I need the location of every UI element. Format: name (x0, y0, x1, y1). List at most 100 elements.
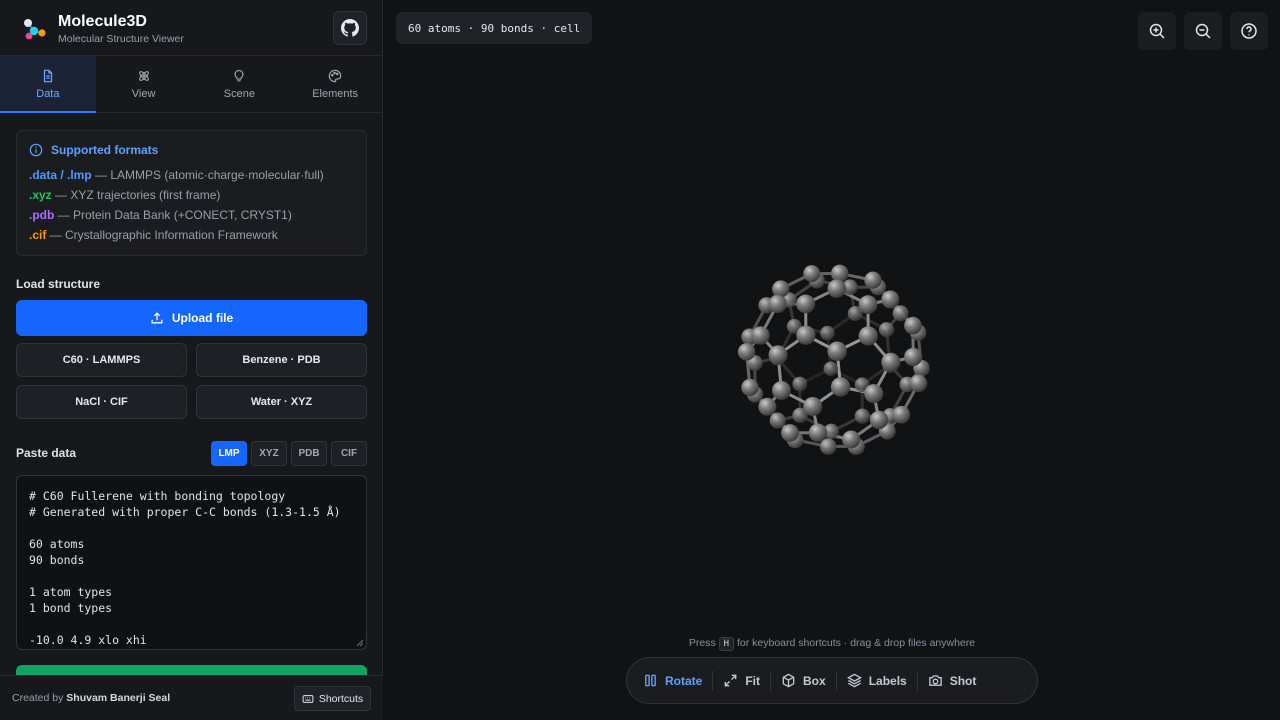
c60-molecule-render[interactable] (724, 250, 944, 470)
carbon-atom (881, 352, 901, 372)
shortcuts-button[interactable]: Shortcuts (294, 686, 371, 711)
carbon-atom (751, 326, 770, 345)
carbon-atom (781, 424, 799, 442)
carbon-atom (864, 271, 882, 289)
zoom-out-button[interactable] (1184, 12, 1222, 50)
app-subtitle: Molecular Structure Viewer (58, 33, 184, 45)
carbon-atom (830, 377, 851, 397)
carbon-atom (878, 321, 895, 338)
box-button[interactable]: Box (771, 665, 836, 697)
carbon-atom (808, 423, 828, 442)
hint-prefix: Press (688, 637, 719, 649)
fit-label: Fit (745, 673, 761, 688)
carbon-atom (741, 378, 759, 397)
hint-suffix: for keyboard shortcuts · drag & drop fil… (734, 637, 976, 649)
structure-info-pill: 60 atoms · 90 bonds · cell (396, 12, 593, 44)
pause-icon (645, 674, 656, 687)
carbon-atom (803, 265, 821, 283)
author-name: Shuvam Banerji Seal (66, 692, 171, 704)
tab-data[interactable]: Data (0, 56, 96, 113)
carbon-atom (737, 343, 756, 361)
format-item-pdb: .pdb — Protein Data Bank (+CONECT, CRYST… (29, 205, 354, 225)
carbon-atom (904, 316, 922, 335)
format-desc: — LAMMPS (atomic·charge·molecular·full) (91, 168, 324, 182)
shot-label: Shot (949, 673, 977, 688)
paste-data-label: Paste data (16, 446, 77, 460)
format-tab-cif[interactable]: CIF (331, 441, 367, 466)
carbon-atom (842, 430, 861, 449)
carbon-atom (881, 290, 900, 309)
3d-viewport[interactable]: 60 atoms · 90 bonds · cell Press H for k… (384, 0, 1280, 720)
carbon-atom (854, 408, 870, 424)
tab-scene[interactable]: Scene (192, 56, 288, 112)
app-root: Molecule3D Molecular Structure Viewer Da… (0, 0, 1280, 720)
carbon-atom (820, 438, 837, 455)
format-ext: .cif (29, 228, 47, 242)
format-ext: .pdb (29, 208, 55, 222)
resize-grip-icon[interactable] (356, 639, 364, 647)
format-ext: .xyz (29, 188, 52, 202)
carbon-atom (796, 294, 816, 314)
keyboard-icon (302, 694, 314, 703)
carbon-atom (820, 325, 835, 341)
sample-nacl-button[interactable]: NaCl · CIF (16, 385, 187, 419)
sample-water-button[interactable]: Water · XYZ (196, 385, 367, 419)
format-tab-pdb[interactable]: PDB (291, 441, 327, 466)
shortcuts-label: Shortcuts (318, 692, 364, 705)
tab-view[interactable]: View (96, 56, 192, 112)
upload-label: Upload file (171, 311, 234, 325)
help-icon (1241, 23, 1257, 39)
expand-icon (724, 674, 737, 687)
zoom-in-icon (1149, 23, 1165, 39)
carbon-atom (904, 347, 923, 367)
rotate-label: Rotate (665, 673, 703, 688)
load-structure-label: Load structure (16, 277, 101, 291)
labels-button[interactable]: Labels (837, 665, 917, 697)
paste-data-textarea[interactable]: # C60 Fullerene with bonding topology # … (16, 475, 367, 650)
zoom-in-button[interactable] (1138, 12, 1176, 50)
help-button[interactable] (1230, 12, 1268, 50)
format-ext: .data / .lmp (29, 168, 92, 182)
carbon-atom (768, 294, 787, 314)
paste-content: # C60 Fullerene with bonding topology # … (29, 489, 341, 647)
sidebar-footer: Created by Shuvam Banerji Seal Shortcuts (0, 675, 383, 720)
carbon-atom (803, 396, 823, 416)
keyboard-hint: Press H for keyboard shortcuts · drag & … (384, 637, 1280, 651)
github-button[interactable] (333, 11, 367, 45)
tab-elements[interactable]: Elements (287, 56, 383, 112)
formats-heading: Supported formats (29, 143, 354, 157)
rotate-button[interactable]: Rotate (633, 665, 712, 697)
carbon-atom (772, 280, 790, 298)
github-icon (341, 19, 359, 37)
app-title: Molecule3D (58, 13, 147, 30)
tab-label: Scene (223, 87, 255, 100)
layers-icon (846, 673, 862, 688)
labels-label: Labels (868, 673, 907, 688)
document-icon (43, 69, 52, 82)
upload-file-button[interactable]: Upload file (16, 300, 367, 336)
format-desc: — Protein Data Bank (+CONECT, CRYST1) (54, 208, 292, 222)
format-tab-lmp[interactable]: LMP (211, 441, 247, 466)
tab-label: Elements (312, 87, 359, 100)
carbon-atom (772, 381, 791, 400)
hint-key: H (718, 637, 735, 651)
format-desc: — XYZ trajectories (first frame) (51, 188, 221, 202)
format-item-xyz: .xyz — XYZ trajectories (first frame) (29, 185, 354, 205)
carbon-atom (769, 412, 786, 429)
format-tab-xyz[interactable]: XYZ (251, 441, 287, 466)
tab-label: Data (36, 87, 60, 100)
fit-button[interactable]: Fit (713, 665, 770, 697)
carbon-atom (869, 410, 889, 430)
sample-c60-button[interactable]: C60 · LAMMPS (16, 343, 187, 377)
carbon-atom (864, 384, 884, 404)
tab-label: View (131, 87, 156, 100)
screenshot-button[interactable]: Shot (918, 665, 987, 697)
credit-text: Created by Shuvam Banerji Seal (12, 692, 170, 704)
supported-formats-panel: Supported formats .data / .lmp — LAMMPS … (16, 130, 367, 256)
zoom-out-icon (1195, 23, 1211, 39)
atom-icon (138, 70, 149, 81)
carbon-atom (892, 405, 911, 424)
sample-benzene-button[interactable]: Benzene · PDB (196, 343, 367, 377)
sidebar: Molecule3D Molecular Structure Viewer Da… (0, 0, 383, 720)
upload-icon (151, 312, 163, 324)
